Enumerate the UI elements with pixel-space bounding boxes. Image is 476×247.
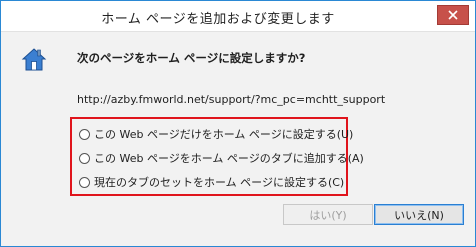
option-radio[interactable] <box>79 128 90 140</box>
option-label: この Web ページだけをホーム ページに設定する(U) <box>94 128 354 141</box>
option-label: 現在のタブのセットをホーム ページに設定する(C) <box>94 176 345 189</box>
home-icon <box>21 48 47 71</box>
dialog-content: 次のページをホーム ページに設定しますか? http://azby.fmworl… <box>1 32 475 246</box>
yes-button[interactable]: はい(Y) <box>283 204 373 225</box>
close-button[interactable] <box>437 5 469 25</box>
window-title: ホーム ページを追加および変更します <box>101 12 335 27</box>
option-radio[interactable] <box>79 176 90 188</box>
dialog-question: 次のページをホーム ページに設定しますか? <box>77 51 306 65</box>
home-page-url: http://azby.fmworld.net/support/?mc_pc=m… <box>77 93 386 106</box>
option-set-single-page[interactable]: この Web ページだけをホーム ページに設定する(U) <box>79 126 353 142</box>
close-icon <box>448 10 458 20</box>
title-bar[interactable]: ホーム ページを追加および変更します <box>1 1 475 32</box>
no-button[interactable]: いいえ(N) <box>374 204 464 225</box>
option-add-to-tabs[interactable]: この Web ページをホーム ページのタブに追加する(A) <box>79 150 364 166</box>
option-use-current-tabs[interactable]: 現在のタブのセットをホーム ページに設定する(C) <box>79 174 344 190</box>
option-radio[interactable] <box>79 152 90 164</box>
options-group: この Web ページだけをホーム ページに設定する(U) この Web ページを… <box>70 117 364 196</box>
option-label: この Web ページをホーム ページのタブに追加する(A) <box>94 152 364 165</box>
dialog-window: ホーム ページを追加および変更します 次のページをホーム ページに設定しますか?… <box>0 0 476 247</box>
